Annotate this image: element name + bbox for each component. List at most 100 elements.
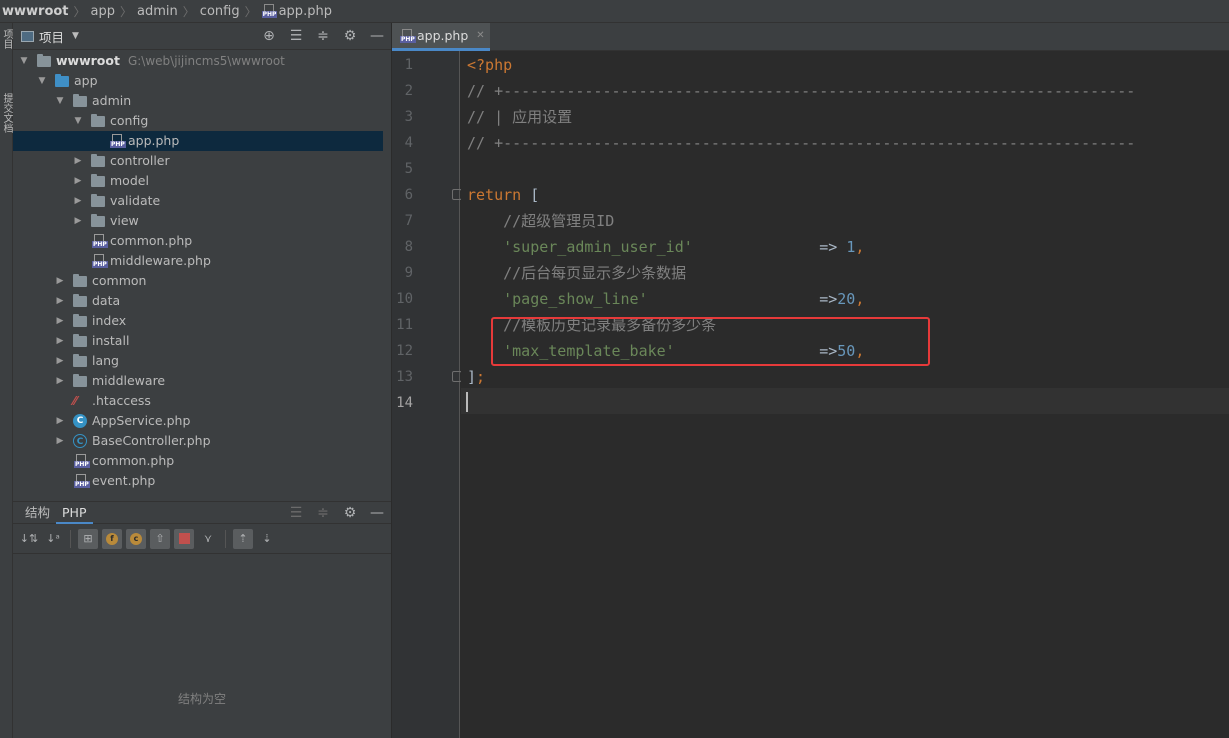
minimize-icon[interactable]: —	[369, 27, 385, 45]
code-token: [	[521, 186, 540, 204]
expand-all-icon[interactable]: ☰	[288, 504, 304, 522]
collapse-all-icon[interactable]: ≑	[315, 27, 331, 45]
chevron-right-icon[interactable]: ▶	[54, 311, 66, 331]
tab-app-php[interactable]: PHP app.php ✕	[392, 23, 490, 51]
show-fields-icon[interactable]: f	[102, 528, 122, 549]
collapse-all-icon[interactable]: ≑	[315, 504, 331, 522]
folder-icon	[73, 354, 87, 367]
php-file-icon: PHP	[400, 28, 416, 43]
tree-item[interactable]: ▶ middleware	[13, 371, 383, 391]
chevron-down-icon[interactable]: ▼	[18, 51, 30, 71]
tree-item[interactable]: ▼ admin	[13, 91, 383, 111]
chevron-right-icon[interactable]: ▶	[54, 411, 66, 431]
chevron-right-icon[interactable]: ▶	[54, 431, 66, 451]
tree-item[interactable]: ▶ install	[13, 331, 383, 351]
tree-item[interactable]: ▶ controller	[13, 151, 383, 171]
code-line: //超级管理员ID	[467, 208, 614, 234]
show-inherited-icon[interactable]: ⊞	[78, 528, 98, 549]
tree-item[interactable]: ▶ common	[13, 271, 383, 291]
tree-item-label: common	[92, 273, 147, 288]
project-tool-window-button[interactable]: 项目	[0, 29, 13, 49]
tree-item-label: BaseController.php	[92, 433, 211, 448]
tab-php[interactable]: PHP	[56, 502, 93, 524]
commit-tool-window-button[interactable]: 提交文档	[0, 93, 13, 133]
tree-item[interactable]: ▶ C BaseController.php	[13, 431, 383, 451]
autoscroll-from-source-icon[interactable]: ⇣	[257, 529, 277, 549]
code-token: 1	[846, 238, 856, 256]
tree-item[interactable]: ▶ C AppService.php	[13, 411, 383, 431]
tree-item[interactable]: PHP middleware.php	[13, 251, 383, 271]
breadcrumb-item[interactable]: app.php	[279, 4, 332, 19]
chevron-down-icon[interactable]: ▼	[54, 91, 66, 111]
tree-item[interactable]: ▶ lang	[13, 351, 383, 371]
tree-item[interactable]: ⁄⁄ .htaccess	[13, 391, 383, 411]
left-tool-strip: 项目 提交文档	[0, 23, 13, 738]
chevron-right-icon[interactable]: ▶	[72, 191, 84, 211]
code-editor[interactable]: <?php // +-------------------------------…	[461, 51, 1229, 738]
chevron-right-icon[interactable]: ▶	[72, 211, 84, 231]
chevron-right-icon[interactable]: ▶	[54, 371, 66, 391]
tree-item-label: data	[92, 293, 121, 308]
show-lambdas-icon[interactable]: ⋎	[198, 529, 218, 549]
code-line: 'super_admin_user_id' => 1,	[467, 234, 864, 260]
autoscroll-to-source-icon[interactable]: ⇡	[233, 528, 253, 549]
folder-icon	[37, 54, 51, 67]
gear-icon[interactable]: ⚙	[342, 27, 358, 45]
expand-all-icon[interactable]: ☰	[288, 27, 304, 45]
breadcrumb-item[interactable]: admin	[137, 4, 178, 19]
tree-item-label: app	[74, 73, 98, 88]
locate-icon[interactable]: ⊕	[261, 27, 277, 45]
code-token: // +------------------------------------…	[467, 134, 1136, 152]
tab-structure[interactable]: 结构	[19, 502, 56, 524]
tree-item[interactable]: ▶ data	[13, 291, 383, 311]
tree-item[interactable]: PHP event.php	[13, 471, 383, 491]
chevron-right-icon[interactable]: ▶	[54, 331, 66, 351]
chevron-down-icon[interactable]: ▼	[72, 31, 79, 41]
line-number: 5	[404, 161, 413, 177]
tree-item[interactable]: ▼ app	[13, 71, 383, 91]
tree-item[interactable]: ▶ model	[13, 171, 383, 191]
folder-icon	[91, 154, 105, 167]
sort-alphabetically-icon[interactable]: ↓ᵃ	[43, 529, 63, 549]
breadcrumb-item[interactable]: wwwroot	[2, 4, 69, 19]
minimize-icon[interactable]: —	[369, 504, 385, 522]
tree-item-label: .htaccess	[92, 393, 151, 408]
show-non-public-icon[interactable]	[174, 528, 194, 549]
chevron-right-icon[interactable]: ▶	[54, 271, 66, 291]
tree-item[interactable]: ▶ validate	[13, 191, 383, 211]
breadcrumb-item[interactable]: app	[91, 4, 115, 19]
chevron-down-icon[interactable]: ▼	[72, 111, 84, 131]
tree-root[interactable]: ▼ wwwroot G:\web\jijincms5\wwwroot	[13, 51, 383, 71]
tree-item[interactable]: ▶ index	[13, 311, 383, 331]
tree-item-label: lang	[92, 353, 119, 368]
tree-item-label: admin	[92, 93, 132, 108]
tree-item[interactable]: ▼ config	[13, 111, 383, 131]
tree-item[interactable]: PHP common.php	[13, 231, 383, 251]
editor-tab-bar: PHP app.php ✕	[392, 23, 1229, 51]
panel-title[interactable]: 项目	[39, 27, 64, 46]
tree-item-label: common.php	[110, 233, 193, 248]
code-line: ];	[467, 364, 485, 390]
chevron-down-icon[interactable]: ▼	[36, 71, 48, 91]
code-token: return	[467, 186, 522, 204]
breadcrumb-item[interactable]: config	[200, 4, 240, 19]
php-file-icon: PHP	[73, 453, 90, 469]
code-token: 'super_admin_user_id'	[467, 238, 693, 256]
chevron-right-icon[interactable]: ▶	[72, 151, 84, 171]
tree-item[interactable]: ▶ view	[13, 211, 383, 231]
code-line: // +------------------------------------…	[467, 130, 1135, 156]
show-constants-icon[interactable]: c	[126, 528, 146, 549]
gear-icon[interactable]: ⚙	[342, 504, 358, 522]
tree-item[interactable]: PHP common.php	[13, 451, 383, 471]
sort-by-type-icon[interactable]: ↓⇅	[19, 529, 39, 549]
tree-item[interactable]: PHP app.php	[13, 131, 383, 151]
chevron-right-icon[interactable]: ▶	[54, 291, 66, 311]
php-file-icon: PHP	[73, 473, 90, 489]
code-line: //后台每页显示多少条数据	[467, 260, 686, 286]
php-file-icon: PHP	[261, 4, 278, 18]
chevron-right-icon[interactable]: ▶	[54, 351, 66, 371]
code-token: 20	[837, 290, 856, 308]
chevron-right-icon[interactable]: ▶	[72, 171, 84, 191]
close-icon[interactable]: ✕	[476, 30, 484, 41]
show-properties-icon[interactable]: ⇧	[150, 528, 170, 549]
